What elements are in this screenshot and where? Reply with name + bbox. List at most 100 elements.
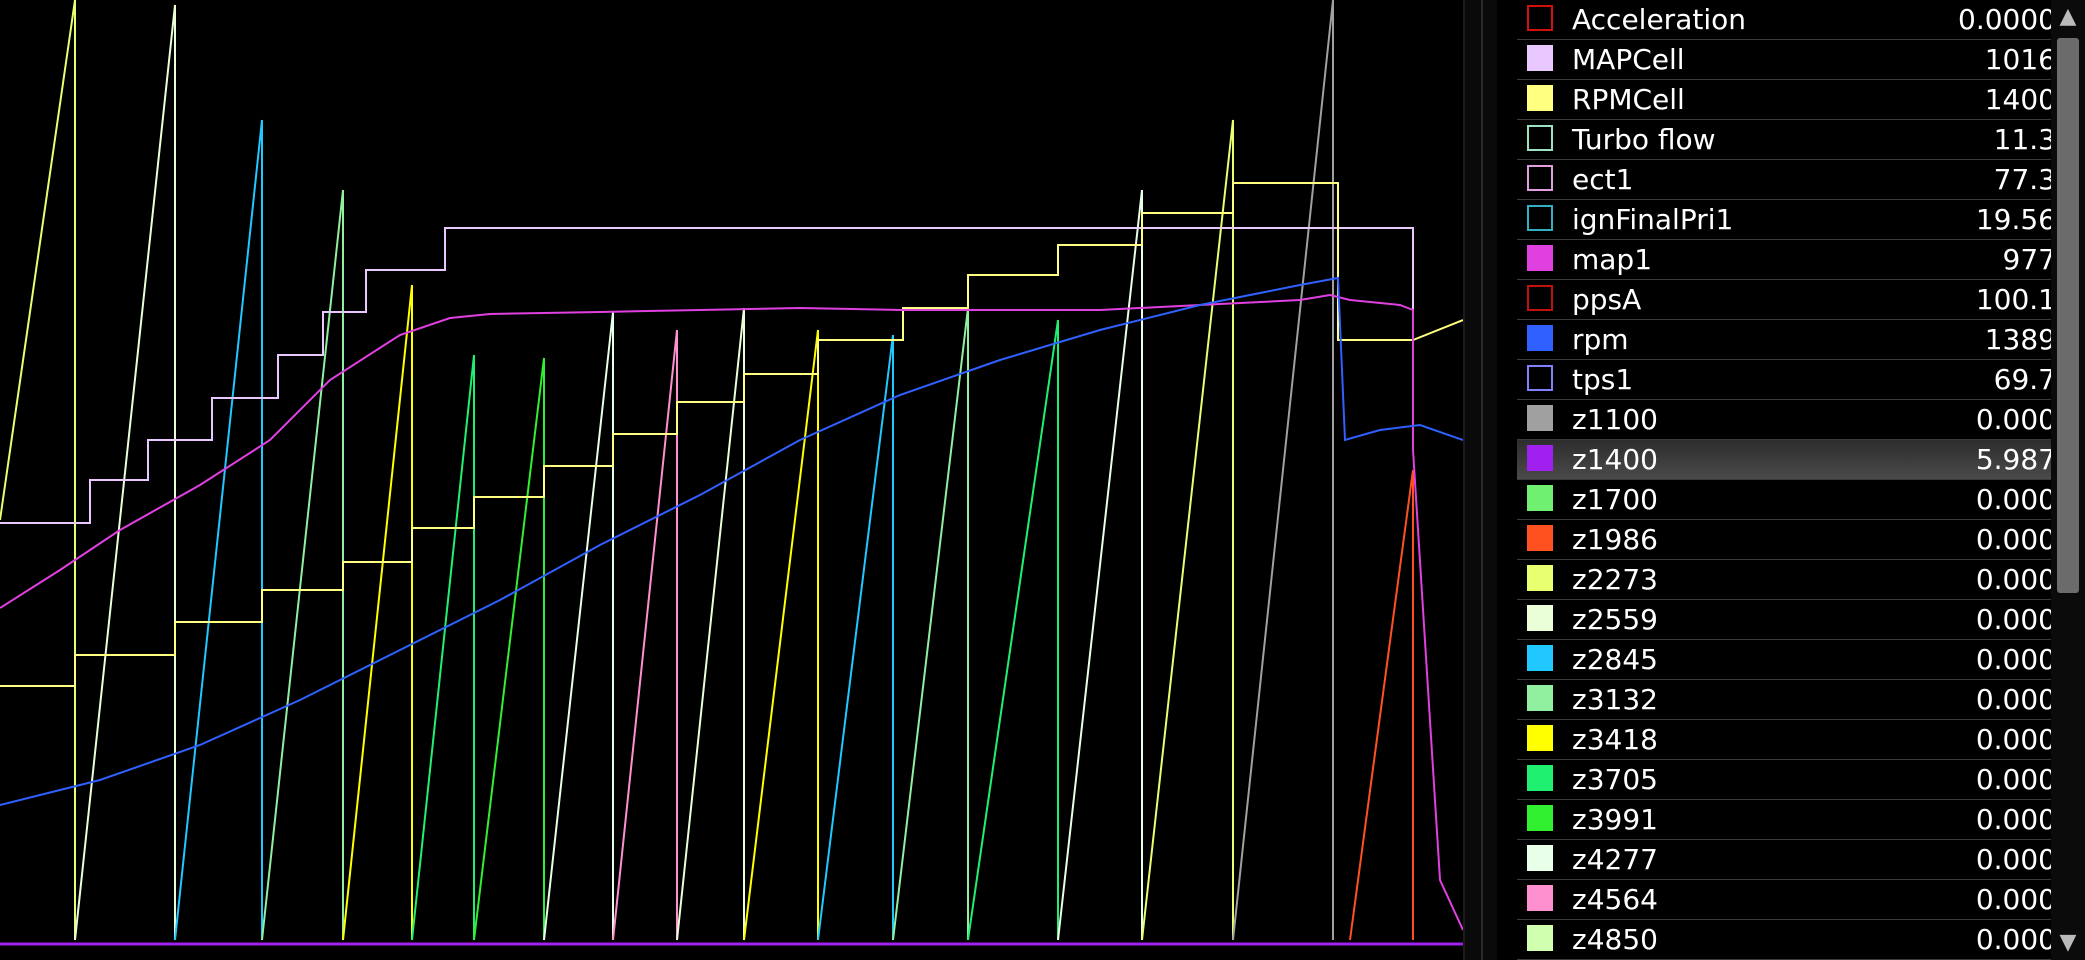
channel-name: z2273	[1572, 563, 1658, 596]
trace-z4277	[1057, 189, 1143, 941]
channel-color-swatch[interactable]	[1527, 165, 1553, 191]
channel-value: 0.000	[1975, 563, 2051, 596]
channel-name: z1400	[1572, 443, 1658, 476]
channel-value: 0.000	[1975, 723, 2051, 756]
channel-name: MAPCell	[1572, 43, 1685, 76]
channel-value: 77.3	[1993, 163, 2051, 196]
channel-color-swatch[interactable]	[1527, 845, 1553, 871]
trace-z2273	[1141, 119, 1234, 941]
channel-color-swatch[interactable]	[1527, 325, 1553, 351]
legend-row-rpm[interactable]: rpm 1389	[1517, 320, 2051, 360]
channel-color-swatch[interactable]	[1527, 805, 1553, 831]
scroll-down-arrow-icon[interactable]: ▼	[2051, 926, 2085, 960]
channel-value: 0.0000	[1958, 3, 2051, 36]
trace-z3705	[411, 354, 475, 941]
channel-color-swatch[interactable]	[1527, 85, 1553, 111]
legend-row-z1100[interactable]: z1100 0.000	[1517, 400, 2051, 440]
channel-name: map1	[1572, 243, 1653, 276]
channel-color-swatch[interactable]	[1527, 45, 1553, 71]
channel-color-swatch[interactable]	[1527, 405, 1553, 431]
legend-row-z1986[interactable]: z1986 0.000	[1517, 520, 2051, 560]
legend-row-ect1[interactable]: ect1 77.3	[1517, 160, 2051, 200]
channel-name: z3705	[1572, 763, 1658, 796]
channel-color-swatch[interactable]	[1527, 285, 1553, 311]
panel-splitter[interactable]	[1463, 0, 1497, 960]
trace-z3418	[743, 329, 819, 941]
data-log-plot-area[interactable]	[0, 0, 1463, 960]
trace-mapcell	[0, 227, 1414, 524]
trace-z2559	[74, 4, 176, 941]
channel-color-swatch[interactable]	[1527, 925, 1553, 951]
legend-row-z3132[interactable]: z3132 0.000	[1517, 680, 2051, 720]
legend-row-ppsa[interactable]: ppsA 100.1	[1517, 280, 2051, 320]
channel-color-swatch[interactable]	[1527, 445, 1553, 471]
legend-row-acceleration[interactable]: Acceleration 0.0000	[1517, 0, 2051, 40]
channel-color-swatch[interactable]	[1527, 765, 1553, 791]
legend-row-z3418[interactable]: z3418 0.000	[1517, 720, 2051, 760]
trace-rpm	[0, 276, 1463, 806]
trace-z4564	[612, 329, 678, 941]
legend-row-z2559[interactable]: z2559 0.000	[1517, 600, 2051, 640]
legend-row-map1[interactable]: map1 977	[1517, 240, 2051, 280]
channel-color-swatch[interactable]	[1527, 525, 1553, 551]
trace-z3132	[892, 307, 969, 941]
legend-row-tps1[interactable]: tps1 69.7	[1517, 360, 2051, 400]
channel-color-swatch[interactable]	[1527, 365, 1553, 391]
legend-row-z2845[interactable]: z2845 0.000	[1517, 640, 2051, 680]
channel-name: tps1	[1572, 363, 1634, 396]
channel-name: z3418	[1572, 723, 1658, 756]
channel-value: 0.000	[1975, 883, 2051, 916]
channel-color-swatch[interactable]	[1527, 725, 1553, 751]
channel-value: 0.000	[1975, 483, 2051, 516]
channel-color-swatch[interactable]	[1527, 485, 1553, 511]
legend-row-z4850[interactable]: z4850 0.000	[1517, 920, 2051, 960]
trace-z3705	[967, 319, 1059, 941]
channel-name: z1986	[1572, 523, 1658, 556]
channel-color-swatch[interactable]	[1527, 645, 1553, 671]
channel-name: z4277	[1572, 843, 1658, 876]
channel-value: 0.000	[1975, 923, 2051, 956]
channel-color-swatch[interactable]	[1527, 205, 1553, 231]
channel-traces	[0, 0, 1463, 946]
channel-name: ignFinalPri1	[1572, 203, 1734, 236]
channel-value: 1016	[1984, 43, 2051, 76]
channel-color-swatch[interactable]	[1527, 605, 1553, 631]
channel-value: 19.56	[1975, 203, 2051, 236]
scroll-up-arrow-icon[interactable]: ▲	[2051, 0, 2085, 34]
legend-row-z1700[interactable]: z1700 0.000	[1517, 480, 2051, 520]
legend-row-ignfinalpri1[interactable]: ignFinalPri1 19.56	[1517, 200, 2051, 240]
channel-color-swatch[interactable]	[1527, 245, 1553, 271]
channel-name: z4564	[1572, 883, 1658, 916]
channel-color-swatch[interactable]	[1527, 5, 1553, 31]
channel-value: 0.000	[1975, 403, 2051, 436]
channel-value: 0.000	[1975, 683, 2051, 716]
legend-row-z3705[interactable]: z3705 0.000	[1517, 760, 2051, 800]
trace-z2845	[174, 119, 263, 941]
channel-value: 0.000	[1975, 523, 2051, 556]
legend-row-z4564[interactable]: z4564 0.000	[1517, 880, 2051, 920]
channel-value: 69.7	[1993, 363, 2051, 396]
channel-color-swatch[interactable]	[1527, 685, 1553, 711]
channel-value: 0.000	[1975, 603, 2051, 636]
channel-name: ppsA	[1572, 283, 1642, 316]
trace-z1986	[1349, 469, 1414, 941]
trace-z3991	[473, 357, 545, 941]
legend-row-z2273[interactable]: z2273 0.000	[1517, 560, 2051, 600]
legend-row-turbo-flow[interactable]: Turbo flow 11.3	[1517, 120, 2051, 160]
channel-color-swatch[interactable]	[1527, 125, 1553, 151]
channel-value: 0.000	[1975, 643, 2051, 676]
legend-row-z4277[interactable]: z4277 0.000	[1517, 840, 2051, 880]
legend-row-z1400[interactable]: z1400 5.987	[1517, 440, 2051, 480]
legend-row-rpmcell[interactable]: RPMCell 1400	[1517, 80, 2051, 120]
channel-color-swatch[interactable]	[1527, 565, 1553, 591]
splitter-grip[interactable]	[1481, 0, 1483, 960]
legend-row-z3991[interactable]: z3991 0.000	[1517, 800, 2051, 840]
channel-name: z2845	[1572, 643, 1658, 676]
channel-name: z3132	[1572, 683, 1658, 716]
channel-name: z3991	[1572, 803, 1658, 836]
legend-scrollbar[interactable]: ▲ ▼	[2051, 0, 2085, 960]
channel-color-swatch[interactable]	[1527, 885, 1553, 911]
scrollbar-thumb[interactable]	[2057, 38, 2079, 593]
channel-legend[interactable]: Acceleration 0.0000 MAPCell 1016 RPMCell 1400…	[1511, 0, 2051, 960]
legend-row-mapcell[interactable]: MAPCell 1016	[1517, 40, 2051, 80]
